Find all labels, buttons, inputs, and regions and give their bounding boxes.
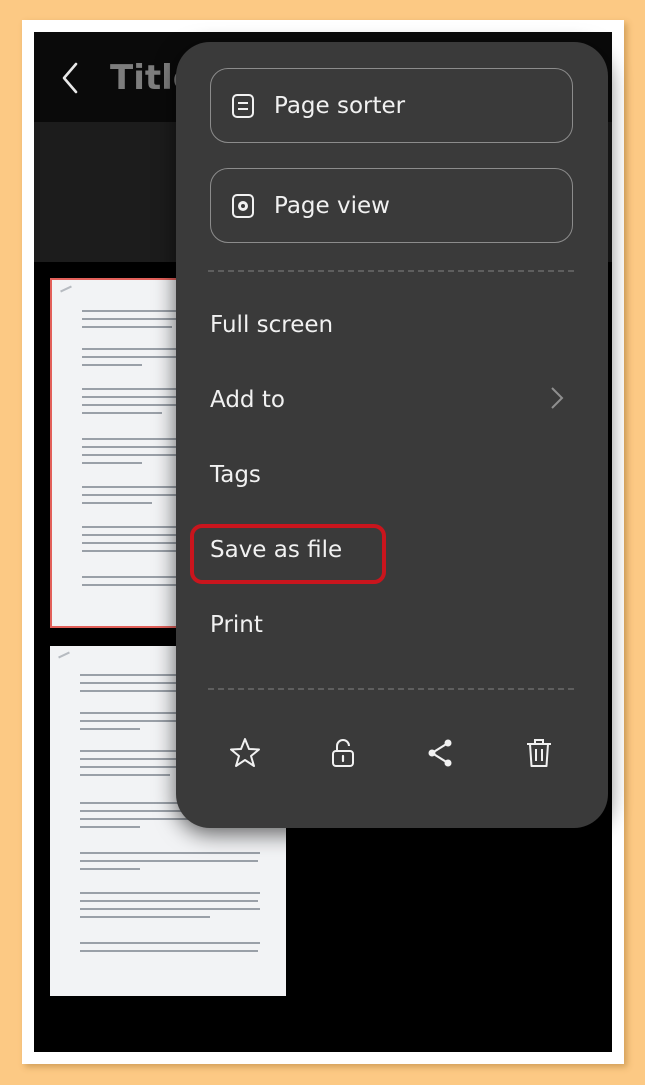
text-line	[82, 364, 142, 366]
text-line	[82, 462, 142, 464]
text-line	[80, 908, 260, 910]
page-view-label: Page view	[274, 192, 390, 219]
text-line	[80, 950, 258, 952]
text-line	[80, 728, 140, 730]
trash-icon[interactable]	[522, 736, 556, 770]
text-line	[80, 774, 170, 776]
menu-divider	[208, 688, 574, 690]
text-line	[80, 860, 258, 862]
text-line	[82, 412, 162, 414]
print-item[interactable]: Print	[210, 605, 570, 645]
save-as-file-highlight	[190, 524, 386, 584]
text-line	[82, 502, 152, 504]
page-mark	[58, 651, 70, 659]
page-sorter-label: Page sorter	[274, 92, 406, 119]
text-line	[80, 916, 210, 918]
more-options-menu: Page sorter Page view Full screen Add to…	[176, 42, 608, 828]
star-icon[interactable]	[228, 736, 262, 770]
share-icon[interactable]	[423, 736, 457, 770]
add-to-item[interactable]: Add to	[210, 380, 570, 420]
page-sorter-icon	[232, 93, 254, 118]
back-button[interactable]	[56, 58, 88, 98]
menu-divider	[208, 270, 574, 272]
chevron-right-icon	[551, 387, 564, 409]
full-screen-item[interactable]: Full screen	[210, 305, 570, 345]
text-line	[80, 892, 260, 894]
tags-item[interactable]: Tags	[210, 455, 570, 495]
page-mark	[60, 285, 72, 293]
text-line	[80, 942, 260, 944]
page-view-icon	[232, 193, 254, 218]
text-line	[82, 550, 182, 552]
text-line	[80, 826, 140, 828]
text-line	[82, 326, 172, 328]
unlock-icon[interactable]	[326, 736, 360, 770]
back-arrow-icon	[62, 62, 78, 94]
page-view-button[interactable]: Page view	[210, 168, 573, 243]
text-line	[80, 868, 140, 870]
page-sorter-button[interactable]: Page sorter	[210, 68, 573, 143]
text-line	[80, 852, 260, 854]
text-line	[80, 900, 258, 902]
